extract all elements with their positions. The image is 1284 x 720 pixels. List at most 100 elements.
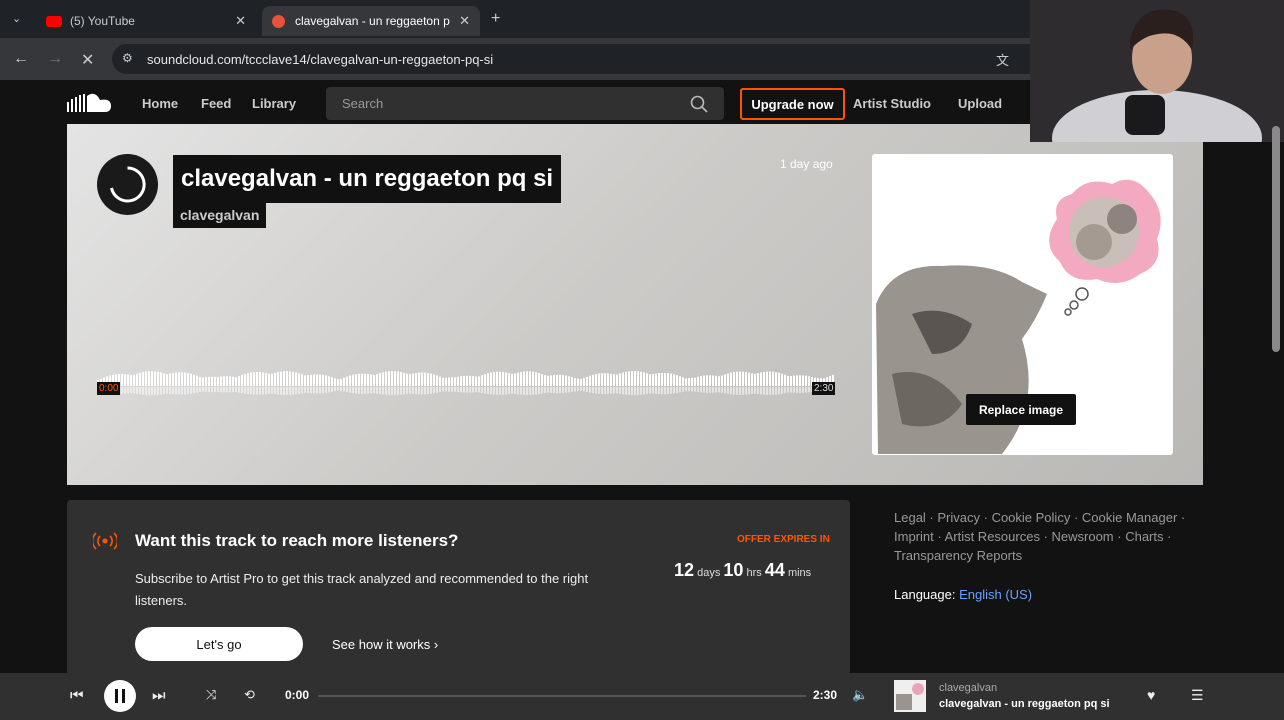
waveform-bar-reflection bbox=[310, 387, 312, 394]
promo-body: Subscribe to Artist Pro to get this trac… bbox=[135, 571, 589, 608]
nav-home[interactable]: Home bbox=[142, 96, 178, 111]
waveform-bar-reflection bbox=[205, 387, 207, 392]
loading-stop-icon[interactable]: ✕ bbox=[81, 50, 94, 70]
waveform-bar-reflection bbox=[256, 387, 258, 395]
footer-link-artist-resources[interactable]: Artist Resources bbox=[945, 529, 1040, 544]
play-button[interactable] bbox=[97, 154, 158, 215]
footer-link-charts[interactable]: Charts bbox=[1125, 529, 1163, 544]
nav-feed[interactable]: Feed bbox=[201, 96, 231, 111]
waveform-bar-reflection bbox=[238, 387, 240, 393]
tab-soundcloud[interactable]: clavegalvan - un reggaeton pq ✕ bbox=[262, 6, 480, 36]
waveform-bar-reflection bbox=[511, 387, 513, 394]
footer-link-legal[interactable]: Legal bbox=[894, 510, 926, 525]
back-icon[interactable]: ← bbox=[13, 50, 29, 68]
nav-artist-studio[interactable]: Artist Studio bbox=[853, 96, 931, 111]
repeat-icon[interactable]: ⟲ bbox=[244, 687, 255, 703]
waveform-bar-reflection bbox=[610, 387, 612, 394]
tab-list-icon[interactable]: ⌄ bbox=[12, 12, 21, 25]
footer-link-imprint[interactable]: Imprint bbox=[894, 529, 934, 544]
waveform-bar-reflection bbox=[154, 387, 156, 396]
waveform-bar bbox=[391, 371, 393, 386]
waveform-bar bbox=[697, 376, 699, 386]
waveform-bar bbox=[601, 373, 603, 386]
waveform-bar-reflection bbox=[745, 387, 747, 395]
waveform[interactable] bbox=[97, 364, 835, 404]
see-how-it-works-link[interactable]: See how it works › bbox=[332, 637, 438, 652]
shuffle-icon[interactable]: ⤨ bbox=[206, 687, 216, 703]
waveform-bar bbox=[775, 372, 777, 386]
language-value-link[interactable]: English (US) bbox=[959, 587, 1032, 602]
waveform-bar bbox=[490, 372, 492, 386]
volume-icon[interactable]: 🔈 bbox=[852, 687, 868, 703]
waveform-bar-reflection bbox=[670, 387, 672, 394]
now-playing-thumbnail[interactable] bbox=[894, 680, 926, 712]
waveform-bar-reflection bbox=[763, 387, 765, 395]
waveform-bar bbox=[160, 372, 162, 386]
lets-go-button[interactable]: Let's go bbox=[135, 627, 303, 661]
site-settings-icon[interactable]: ⚙ bbox=[122, 51, 133, 65]
translate-icon[interactable]: 文 bbox=[996, 50, 1009, 69]
waveform-bar-reflection bbox=[277, 387, 279, 395]
waveform-bar bbox=[643, 372, 645, 386]
waveform-bar bbox=[403, 372, 405, 386]
soundcloud-logo-icon[interactable] bbox=[67, 92, 113, 114]
waveform-bar-reflection bbox=[607, 387, 609, 394]
track-artist-link[interactable]: clavegalvan bbox=[173, 203, 267, 228]
waveform-bar bbox=[340, 379, 342, 386]
progress-bar[interactable] bbox=[318, 695, 806, 697]
search-icon[interactable] bbox=[690, 95, 708, 113]
current-time: 0:00 bbox=[285, 688, 310, 702]
waveform-bar bbox=[163, 373, 165, 386]
like-heart-icon[interactable]: ♥ bbox=[1147, 687, 1155, 703]
page-scrollbar[interactable] bbox=[1272, 126, 1280, 352]
waveform-bar bbox=[343, 377, 345, 386]
new-tab-icon[interactable]: + bbox=[491, 10, 500, 28]
cat-thumbnail-image bbox=[896, 683, 924, 710]
waveform-bar bbox=[634, 371, 636, 386]
waveform-bar bbox=[487, 373, 489, 386]
close-tab-icon[interactable]: ✕ bbox=[235, 13, 246, 29]
previous-track-icon[interactable]: ⏮ bbox=[70, 687, 84, 704]
replace-image-button[interactable]: Replace image bbox=[966, 394, 1076, 425]
waveform-bar-reflection bbox=[193, 387, 195, 394]
waveform-bar bbox=[547, 375, 549, 386]
waveform-bar-reflection bbox=[706, 387, 708, 393]
waveform-bar-reflection bbox=[436, 387, 438, 393]
tab-youtube[interactable]: (5) YouTube ✕ bbox=[36, 6, 256, 36]
waveform-bar-reflection bbox=[160, 387, 162, 395]
now-playing-artist[interactable]: clavegalvan bbox=[939, 682, 997, 694]
waveform-bar bbox=[265, 372, 267, 386]
waveform-bar bbox=[418, 372, 420, 386]
nav-library[interactable]: Library bbox=[252, 96, 296, 111]
waveform-bar-reflection bbox=[157, 387, 159, 395]
waveform-bar bbox=[205, 377, 207, 386]
webcam-overlay bbox=[1030, 0, 1284, 186]
now-playing-title[interactable]: clavegalvan - un reggaeton pq si bbox=[939, 698, 1110, 710]
waveform-bar bbox=[307, 375, 309, 386]
waveform-bar-reflection bbox=[190, 387, 192, 394]
next-track-icon[interactable]: ⏭ bbox=[152, 687, 166, 704]
waveform-bar-reflection bbox=[463, 387, 465, 393]
footer-link-privacy[interactable]: Privacy bbox=[937, 510, 980, 525]
waveform-bar-reflection bbox=[667, 387, 669, 395]
waveform-bar-reflection bbox=[517, 387, 519, 395]
waveform-bar-reflection bbox=[301, 387, 303, 394]
footer-link-cookie-manager[interactable]: Cookie Manager bbox=[1082, 510, 1177, 525]
waveform-bar-reflection bbox=[613, 387, 615, 394]
waveform-bar bbox=[667, 373, 669, 386]
queue-icon[interactable]: ☰ bbox=[1191, 687, 1204, 704]
upgrade-now-button[interactable]: Upgrade now bbox=[740, 88, 845, 120]
footer-link-cookie-policy[interactable]: Cookie Policy bbox=[992, 510, 1071, 525]
url-field[interactable]: ⚙ soundcloud.com/tccclave14/clavegalvan-… bbox=[112, 44, 1052, 74]
forward-icon[interactable]: → bbox=[47, 50, 63, 68]
search-input[interactable]: Search bbox=[326, 87, 724, 120]
pause-button[interactable] bbox=[104, 680, 136, 712]
waveform-bar-reflection bbox=[505, 387, 507, 395]
nav-upload[interactable]: Upload bbox=[958, 96, 1002, 111]
waveform-bar bbox=[763, 371, 765, 386]
footer-link-transparency-reports[interactable]: Transparency Reports bbox=[894, 548, 1022, 563]
close-tab-icon[interactable]: ✕ bbox=[459, 13, 470, 29]
waveform-bar-reflection bbox=[319, 387, 321, 394]
footer-link-newsroom[interactable]: Newsroom bbox=[1052, 529, 1114, 544]
waveform-bar-reflection bbox=[313, 387, 315, 394]
